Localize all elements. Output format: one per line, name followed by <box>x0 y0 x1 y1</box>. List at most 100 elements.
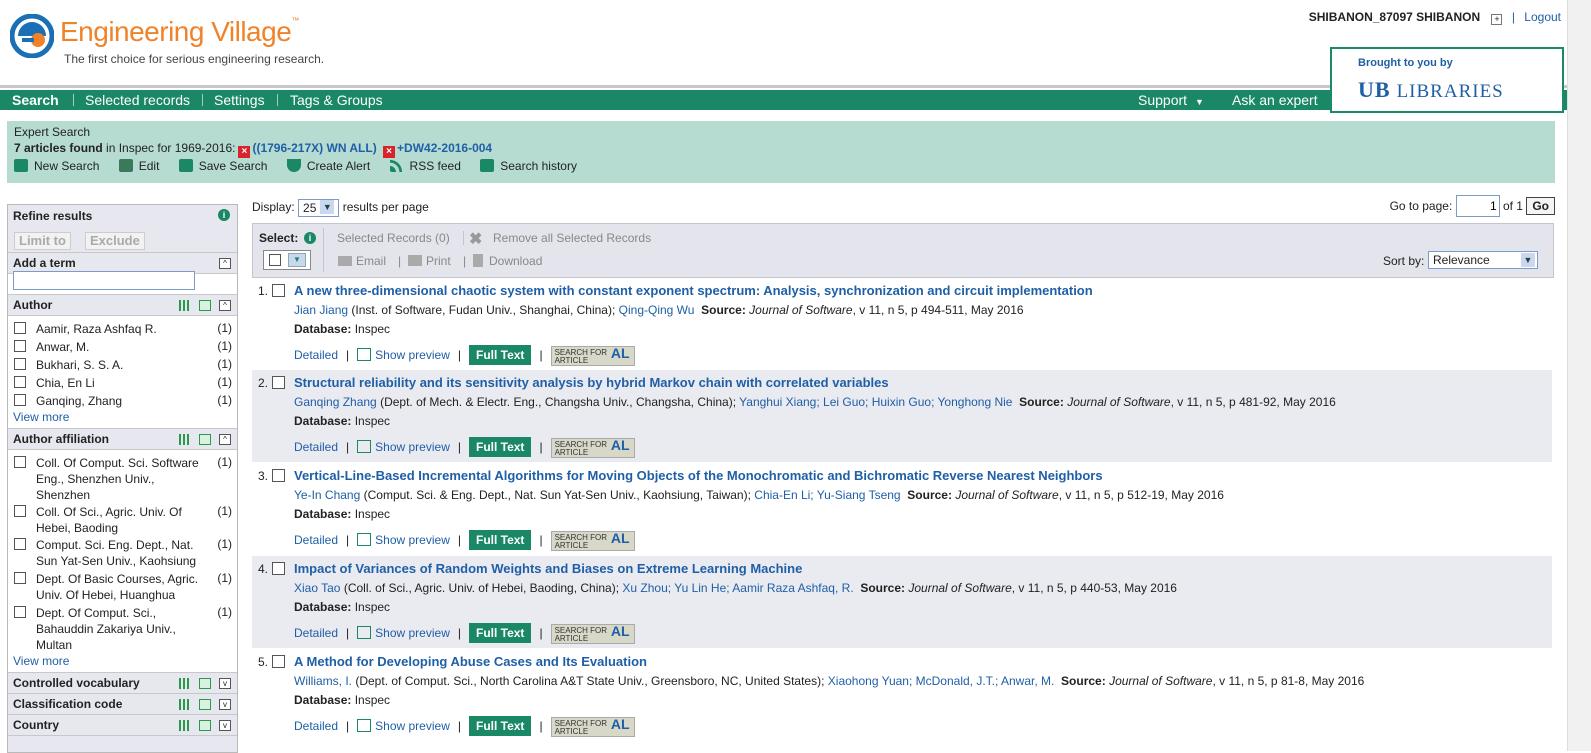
add-term-input[interactable] <box>13 271 195 290</box>
country-header[interactable]: Country v <box>8 714 237 736</box>
author-link[interactable]: Ye-In Chang <box>294 488 360 502</box>
show-preview-link[interactable]: Show preview <box>357 348 450 362</box>
display-row: Display: 25 ▼ results per page <box>252 199 429 217</box>
next-facet-header[interactable] <box>8 735 237 752</box>
logout-link[interactable]: Logout <box>1524 10 1561 24</box>
chart-icon[interactable] <box>179 678 191 690</box>
nav-ask-expert[interactable]: Ask an expert <box>1232 92 1318 108</box>
save-search-button[interactable]: Save Search <box>178 159 267 173</box>
nav-search[interactable]: Search <box>12 92 59 108</box>
show-preview-link[interactable]: Show preview <box>357 533 450 547</box>
coauthor-links[interactable]: Qing-Qing Wu <box>619 303 695 317</box>
detailed-link[interactable]: Detailed <box>294 626 338 640</box>
search-term-1[interactable]: ((1796-217X) WN ALL) <box>252 141 376 155</box>
select-all-dropdown[interactable]: ▼ <box>263 250 311 270</box>
expand-icon[interactable]: + <box>1491 14 1503 25</box>
result-title[interactable]: A new three-dimensional chaotic system w… <box>294 283 1093 298</box>
author-link[interactable]: Ganqing Zhang <box>294 395 377 409</box>
table-icon[interactable] <box>199 699 211 711</box>
chart-icon[interactable] <box>179 699 191 711</box>
full-text-button[interactable]: Full Text <box>468 530 532 550</box>
create-alert-button[interactable]: Create Alert <box>286 159 370 173</box>
selected-records-count[interactable]: Selected Records (0) <box>337 231 450 245</box>
full-text-button[interactable]: Full Text <box>468 437 532 457</box>
search-for-article-button[interactable]: SEARCH FOR ARTICLE AL <box>550 716 635 737</box>
print-button[interactable]: Print <box>408 254 451 268</box>
full-text-button[interactable]: Full Text <box>468 345 532 365</box>
result-checkbox[interactable] <box>272 469 285 482</box>
table-icon[interactable] <box>199 300 211 312</box>
coauthor-links[interactable]: Xu Zhou; Yu Lin He; Aamir Raza Ashfaq, R… <box>622 581 853 595</box>
show-preview-link[interactable]: Show preview <box>357 626 450 640</box>
show-preview-link[interactable]: Show preview <box>357 440 450 454</box>
nav-support[interactable]: Support ▼ <box>1138 92 1204 108</box>
info-icon[interactable]: i <box>304 232 316 244</box>
expand-icon[interactable]: v <box>219 720 231 732</box>
nav-settings[interactable]: Settings <box>214 92 265 108</box>
search-for-article-button[interactable]: SEARCH FOR ARTICLE AL <box>550 345 635 366</box>
remove-term-icon[interactable]: × <box>383 146 396 158</box>
result-checkbox[interactable] <box>272 655 285 668</box>
expand-icon[interactable]: v <box>219 678 231 690</box>
controlled-vocabulary-header[interactable]: Controlled vocabulary v <box>8 672 237 694</box>
classification-code-header[interactable]: Classification code v <box>8 693 237 715</box>
detailed-link[interactable]: Detailed <box>294 533 338 547</box>
limit-to-button[interactable]: Limit to <box>14 232 71 250</box>
remove-all-selected-button[interactable]: Remove all Selected Records <box>493 231 651 245</box>
exclude-button[interactable]: Exclude <box>85 232 145 250</box>
nav-tags-groups[interactable]: Tags & Groups <box>290 92 383 108</box>
download-button[interactable]: Download <box>473 254 542 268</box>
collapse-icon[interactable]: ^ <box>219 434 231 446</box>
result-checkbox[interactable] <box>272 562 285 575</box>
search-for-article-button[interactable]: SEARCH FOR ARTICLE AL <box>550 623 635 644</box>
search-history-button[interactable]: Search history <box>480 159 577 173</box>
show-preview-link[interactable]: Show preview <box>357 719 450 733</box>
result-title[interactable]: Structural reliability and its sensitivi… <box>294 375 889 390</box>
chart-icon[interactable] <box>179 720 191 732</box>
chart-icon[interactable] <box>179 434 191 446</box>
affiliation-view-more-link[interactable]: View more <box>13 654 69 668</box>
rss-feed-button[interactable]: RSS feed <box>389 159 461 173</box>
result-checkbox[interactable] <box>272 284 285 297</box>
table-icon[interactable] <box>199 720 211 732</box>
result-item: 4. Impact of Variances of Random Weights… <box>252 556 1552 648</box>
result-checkbox[interactable] <box>272 376 285 389</box>
select-all-checkbox[interactable] <box>269 254 281 266</box>
author-link[interactable]: Williams, I. <box>294 674 352 688</box>
detailed-link[interactable]: Detailed <box>294 440 338 454</box>
author-link[interactable]: Xiao Tao <box>294 581 340 595</box>
remove-term-icon[interactable]: × <box>238 146 251 158</box>
search-for-article-button[interactable]: SEARCH FOR ARTICLE AL <box>550 530 635 551</box>
chevron-down-icon[interactable]: ▼ <box>288 253 306 267</box>
nav-selected-records[interactable]: Selected records <box>85 92 190 108</box>
result-title[interactable]: A Method for Developing Abuse Cases and … <box>294 654 647 669</box>
result-title[interactable]: Vertical-Line-Based Incremental Algorith… <box>294 468 1103 483</box>
collapse-icon[interactable]: ^ <box>219 258 231 270</box>
full-text-button[interactable]: Full Text <box>468 623 532 643</box>
author-link[interactable]: Jian Jiang <box>294 303 348 317</box>
goto-page-input[interactable] <box>1455 195 1500 217</box>
coauthor-links[interactable]: Xiaohong Yuan; McDonald, J.T.; Anwar, M. <box>828 674 1055 688</box>
edit-button[interactable]: Edit <box>118 159 159 173</box>
table-icon[interactable] <box>199 678 211 690</box>
table-icon[interactable] <box>199 434 211 446</box>
chart-icon[interactable] <box>179 300 191 312</box>
full-text-button[interactable]: Full Text <box>468 716 532 736</box>
result-title[interactable]: Impact of Variances of Random Weights an… <box>294 561 802 576</box>
author-view-more-link[interactable]: View more <box>13 410 69 424</box>
search-for-article-button[interactable]: SEARCH FOR ARTICLE AL <box>550 437 635 458</box>
new-search-button[interactable]: New Search <box>14 159 99 173</box>
sort-by-select[interactable]: Relevance ▼ <box>1428 251 1538 269</box>
go-button[interactable]: Go <box>1526 197 1555 215</box>
results-per-page-select[interactable]: 25 ▼ <box>298 199 340 217</box>
email-button[interactable]: Email <box>338 254 386 268</box>
info-icon[interactable]: i <box>218 209 230 221</box>
coauthor-links[interactable]: Yanghui Xiang; Lei Guo; Huixin Guo; Yong… <box>739 395 1012 409</box>
coauthor-links[interactable]: Chia-En Li; Yu-Siang Tseng <box>754 488 900 502</box>
vertical-scrollbar[interactable] <box>1567 0 1591 751</box>
detailed-link[interactable]: Detailed <box>294 719 338 733</box>
detailed-link[interactable]: Detailed <box>294 348 338 362</box>
expand-icon[interactable]: v <box>219 699 231 711</box>
search-term-2[interactable]: +DW42-2016-004 <box>397 141 492 155</box>
collapse-icon[interactable]: ^ <box>219 300 231 312</box>
